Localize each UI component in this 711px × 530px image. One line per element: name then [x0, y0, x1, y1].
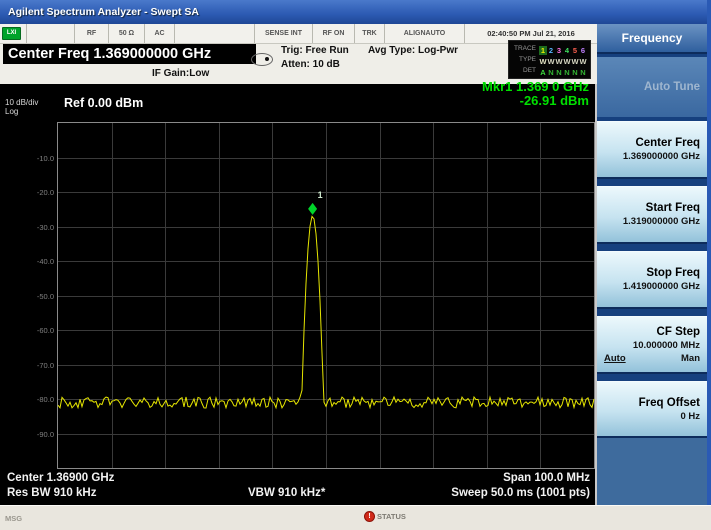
softkey-label: Center Freq — [635, 137, 700, 149]
softkey-label: Freq Offset — [639, 397, 700, 409]
softkey-value: 1.369000000 GHz — [623, 151, 700, 162]
trigger-label: Trig: Free Run — [281, 45, 349, 56]
span-annotation: Span 100.0 MHz — [503, 472, 590, 484]
lxi-badge: LXI — [0, 24, 27, 43]
spectrum-plot: -10.0-20.0-30.0-40.0-50.0-60.0-70.0-80.0… — [57, 122, 595, 469]
bottom-taskbar: MSG ! STATUS — [0, 505, 711, 530]
status-cell-empty — [175, 24, 255, 43]
center-freq-display: Center Freq 1.369000000 GHz — [3, 44, 256, 64]
menu-title: Frequency — [597, 24, 707, 54]
status-cell-sense: SENSE INT — [255, 24, 313, 43]
softkey-start-freq[interactable]: Start Freq 1.319000000 GHz — [597, 186, 707, 244]
y-axis-label: -60.0 — [18, 326, 54, 335]
softkey-label: Stop Freq — [646, 267, 700, 279]
marker-number: 1 — [318, 190, 323, 200]
trace-detectors: ANNNNN — [539, 62, 587, 80]
y-axis-label: -20.0 — [18, 188, 54, 197]
softkey-value: 0 Hz — [680, 411, 700, 422]
atten-label: Atten: 10 dB — [281, 59, 340, 70]
status-cell-coupling: AC — [145, 24, 175, 43]
y-axis-label: -50.0 — [18, 292, 54, 301]
window-titlebar[interactable]: Agilent Spectrum Analyzer - Swept SA — [0, 0, 711, 24]
softkey-label: CF Step — [657, 326, 700, 338]
det-row-label: DET — [511, 67, 539, 74]
softkey-label: Start Freq — [646, 202, 700, 214]
knob-icon — [251, 53, 273, 66]
status-indicator[interactable]: ! STATUS — [364, 511, 406, 522]
marker-readout: Mkr1 1.369 0 GHz -26.91 dBm — [482, 80, 589, 108]
softkey-value: 1.319000000 GHz — [623, 216, 700, 227]
y-axis-label: -80.0 — [18, 395, 54, 404]
window-title: Agilent Spectrum Analyzer - Swept SA — [8, 6, 199, 18]
softkey-value: 10.000000 MHz — [633, 340, 700, 351]
status-cell-align: ALIGNAUTO — [385, 24, 465, 43]
msg-label: MSG — [5, 514, 22, 523]
bottom-annotation-row2: Res BW 910 kHz VBW 910 kHz* Sweep 50.0 m… — [0, 487, 595, 501]
y-axis-label: -30.0 — [18, 223, 54, 232]
trace-canvas — [58, 123, 594, 468]
center-annotation: Center 1.36900 GHz — [7, 472, 114, 484]
analyzer-screen: Mkr1 1.369 0 GHz -26.91 dBm 10 dB/div Lo… — [0, 84, 597, 505]
auto-man-toggle[interactable]: Auto Man — [604, 353, 700, 364]
trace-status-block: TRACE123456 TYPEWWWWWW DETANNNNN — [508, 40, 591, 79]
y-axis-label: -10.0 — [18, 154, 54, 163]
softkey-panel: Frequency Auto Tune Center Freq 1.369000… — [597, 24, 707, 505]
avg-type-label: Avg Type: Log-Pwr — [368, 45, 458, 56]
y-axis-label: -40.0 — [18, 257, 54, 266]
status-label: STATUS — [377, 512, 406, 521]
softkey-freq-offset[interactable]: Freq Offset 0 Hz — [597, 381, 707, 438]
softkey-cf-step[interactable]: CF Step 10.000000 MHz Auto Man — [597, 316, 707, 374]
vbw-annotation: VBW 910 kHz* — [248, 487, 325, 499]
softkey-auto-tune[interactable]: Auto Tune — [597, 57, 707, 117]
type-row-label: TYPE — [511, 56, 539, 63]
analyzer-window: Agilent Spectrum Analyzer - Swept SA LXI… — [0, 0, 711, 530]
measurement-bar: Center Freq 1.369000000 GHz IF Gain:Low … — [0, 44, 597, 84]
y-axis-label: -90.0 — [18, 430, 54, 439]
softkey-label: Auto Tune — [644, 81, 700, 93]
scale-per-div-label: 10 dB/div — [5, 98, 38, 107]
status-alert-icon: ! — [364, 511, 375, 522]
marker-amplitude: -26.91 dBm — [482, 94, 589, 108]
softkey-value: 1.419000000 GHz — [623, 281, 700, 292]
softkey-stop-freq[interactable]: Stop Freq 1.419000000 GHz — [597, 251, 707, 309]
y-axis-label: -70.0 — [18, 361, 54, 370]
status-cell-empty — [27, 24, 75, 43]
marker-freq: Mkr1 1.369 0 GHz — [482, 80, 589, 94]
scale-type-label: Log — [5, 107, 18, 116]
trace-line — [58, 216, 594, 408]
window-border — [707, 0, 711, 530]
sweep-annotation: Sweep 50.0 ms (1001 pts) — [451, 487, 590, 499]
res-bw-annotation: Res BW 910 kHz — [7, 487, 96, 499]
bottom-annotation-row1: Center 1.36900 GHz Span 100.0 MHz — [0, 472, 595, 486]
toggle-man[interactable]: Man — [681, 353, 700, 364]
ref-level-label: Ref 0.00 dBm — [64, 96, 143, 110]
if-gain-label: IF Gain:Low — [152, 68, 209, 79]
trace-row-label: TRACE — [511, 45, 539, 52]
toggle-auto[interactable]: Auto — [604, 353, 626, 364]
status-cell-impedance: 50 Ω — [109, 24, 145, 43]
panel-filler — [597, 438, 707, 505]
softkey-center-freq[interactable]: Center Freq 1.369000000 GHz — [597, 121, 707, 179]
status-cell-rf: RF — [75, 24, 109, 43]
status-cell-trk: TRK — [355, 24, 385, 43]
status-cell-rf-on: RF ON — [313, 24, 355, 43]
